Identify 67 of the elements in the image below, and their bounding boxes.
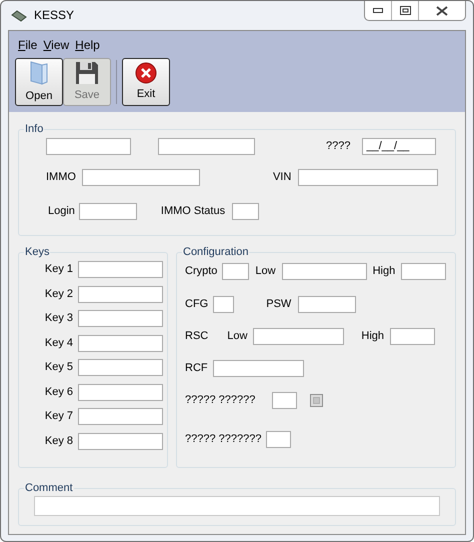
field-label: Key 4 [44,336,73,350]
window-title: KESSY [34,8,74,22]
input-field[interactable] [213,296,234,313]
folder-icon [28,60,50,86]
field-label: PSW [266,298,292,311]
input-field[interactable] [78,261,163,278]
input-field[interactable] [266,431,291,448]
field-label: Key 5 [44,361,73,374]
input-field[interactable] [282,263,367,280]
input-field[interactable] [82,169,200,186]
group-title: Keys [24,246,50,258]
group-title: Configuration [182,246,250,258]
input-field[interactable] [46,138,131,155]
input-field[interactable] [158,138,255,155]
field-label: VIN [272,171,292,184]
field-label: ???? [326,140,350,153]
input-field[interactable] [298,296,356,313]
field-label: Login [48,205,75,218]
field-label: Key 6 [44,386,73,398]
input-field[interactable] [232,203,260,220]
field-label: Low [255,265,276,278]
input-field[interactable] [212,360,304,377]
field-label: RCF [185,362,208,375]
input-field[interactable] [78,408,163,425]
input-field[interactable] [401,263,446,280]
input-field[interactable] [78,310,163,327]
exit-button[interactable]: Exit [122,58,170,106]
menu-item[interactable]: View [43,36,70,54]
input-field[interactable] [298,169,438,186]
group-title: Info [24,123,44,135]
menu-item[interactable]: Help [75,36,100,54]
group-title: Comment [24,482,74,494]
input-field[interactable] [78,384,163,400]
field-label: RSC [185,330,208,343]
input-field[interactable] [78,334,163,352]
close-icon [436,6,448,16]
input-field[interactable] [78,359,163,376]
input-field[interactable] [272,392,297,409]
checkbox[interactable] [310,394,323,407]
input-field[interactable] [253,328,344,345]
field-label: ????? ?????? [185,394,256,407]
field-label: IMMO [46,171,76,184]
field-label: Key 1 [44,263,73,276]
input-field[interactable] [390,328,436,345]
field-label: Key 3 [44,312,73,325]
input-field[interactable] [78,432,163,450]
field-label: Low [227,330,248,343]
field-label: Crypto [185,265,218,278]
close-icon [135,62,157,84]
minimize-icon [373,8,383,13]
app-icon [11,10,27,22]
input-field[interactable] [222,263,250,280]
comment-field[interactable] [34,496,440,516]
field-label: ????? ??????? [185,433,262,446]
input-field[interactable]: __/__/__ [362,138,436,155]
field-label: IMMO Status [160,205,226,218]
field-label: Key 7 [44,410,73,423]
input-field[interactable] [78,203,137,220]
menu-item[interactable]: File [18,36,38,54]
field-label: CFG [185,298,208,311]
input-field[interactable] [78,286,163,302]
field-label: Key 8 [44,434,73,448]
field-label: High [372,265,396,278]
open-button[interactable]: Open [15,58,63,106]
field-label: Key 2 [44,288,73,300]
field-label: High [361,330,384,343]
restore-icon [400,6,410,15]
